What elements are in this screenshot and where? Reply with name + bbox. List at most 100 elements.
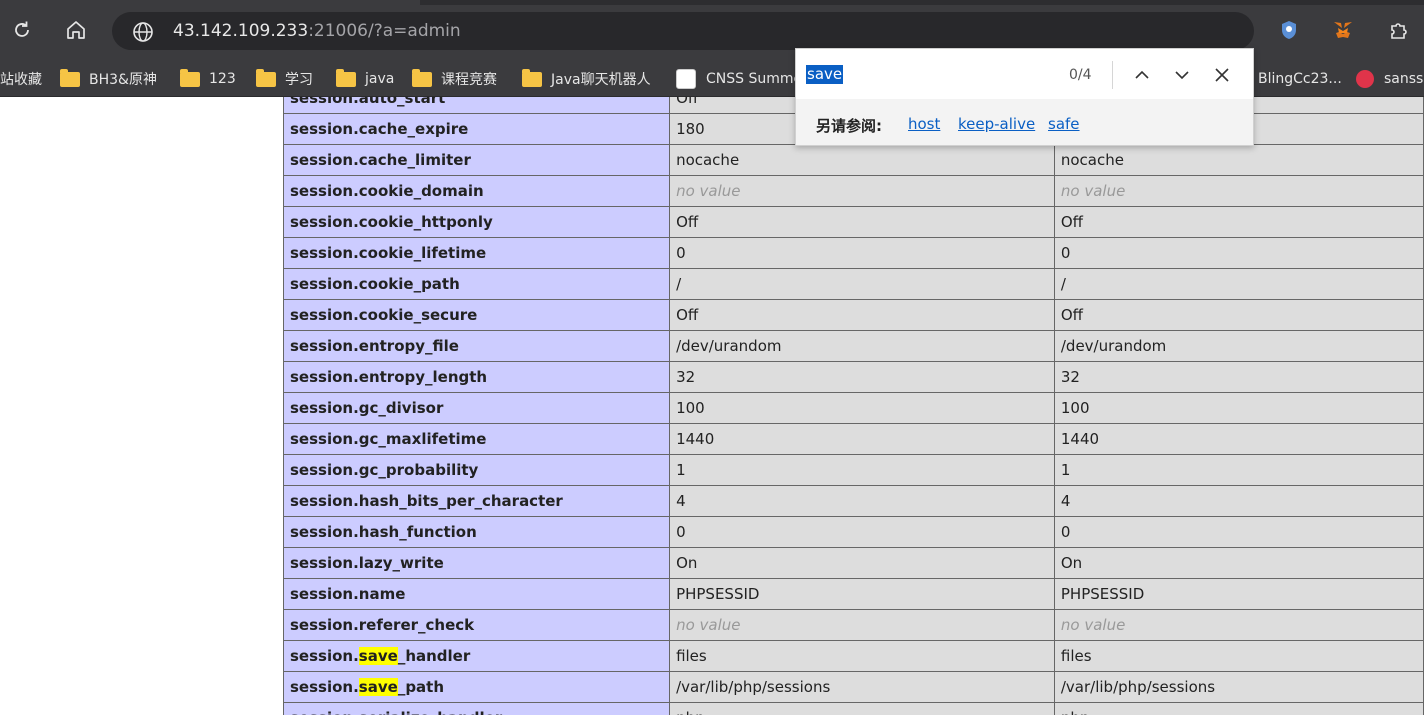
bookmark-item[interactable]: 站收藏 — [0, 66, 42, 92]
directive-name-suffix: _path — [397, 678, 445, 696]
bookmark-folder[interactable]: 123 — [180, 66, 236, 92]
home-icon[interactable] — [60, 14, 92, 46]
master-value: Off — [1053, 206, 1424, 238]
master-value: no value — [1053, 175, 1424, 207]
directive-name: session.cache_expire — [282, 113, 671, 145]
suggestion-link[interactable]: safe — [1048, 115, 1080, 133]
table-row: session.cookie_domain no value no value — [282, 175, 1424, 207]
directive-name: session.serialize_handler — [282, 702, 671, 715]
bookmark-label: Java聊天机器人 — [551, 72, 651, 88]
find-input[interactable]: save — [806, 65, 844, 84]
session-config-table: session.auto_startOffOffsession.cache_ex… — [282, 97, 1424, 715]
table-row: session.gc_probability 1 1 — [282, 454, 1424, 486]
master-value: / — [1053, 268, 1424, 300]
bookmark-folder[interactable]: java — [336, 66, 394, 92]
master-value: PHPSESSID — [1053, 578, 1424, 610]
local-value: files — [669, 640, 1055, 672]
local-value: 1 — [669, 454, 1055, 486]
table-row: session.gc_divisor 100 100 — [282, 392, 1424, 424]
globe-icon — [132, 21, 154, 43]
extension-shield-icon[interactable] — [1276, 17, 1302, 43]
url-host: 43.142.109.233 — [173, 21, 309, 41]
local-value: php — [669, 702, 1055, 715]
bookmark-label: 123 — [209, 71, 236, 87]
url-path: :21006/?a=admin — [308, 21, 461, 41]
bookmark-label: CNSS Summe — [706, 71, 803, 87]
cat-favicon-icon — [1356, 70, 1374, 88]
bookmark-item[interactable]: CNSS Summe — [676, 66, 802, 92]
table-row: session.cookie_lifetime 0 0 — [282, 237, 1424, 269]
chevron-down-icon[interactable] — [1169, 62, 1195, 88]
master-value: /var/lib/php/sessions — [1053, 671, 1424, 703]
table-row: session.entropy_length 32 32 — [282, 361, 1424, 393]
directive-name: session.cookie_path — [282, 268, 671, 300]
directive-name: session.save_handler — [282, 640, 671, 672]
bookmark-item[interactable]: sansss — [1356, 66, 1424, 92]
directive-name: session.cookie_domain — [282, 175, 671, 207]
local-value: nocache — [669, 144, 1055, 176]
suggestion-link[interactable]: keep-alive — [958, 115, 1035, 133]
bookmark-label: java — [365, 71, 395, 87]
bookmark-folder[interactable]: Java聊天机器人 — [522, 66, 651, 92]
url-text[interactable]: 43.142.109.233:21006/?a=admin — [173, 21, 461, 41]
local-value: 0 — [669, 237, 1055, 269]
local-value: /var/lib/php/sessions — [669, 671, 1055, 703]
table-row: session.lazy_write On On — [282, 547, 1424, 579]
table-row: session.entropy_file/dev/urandom/dev/ura… — [282, 330, 1424, 362]
table-row: session.cache_limiter nocache nocache — [282, 144, 1424, 176]
local-value: 1440 — [669, 423, 1055, 455]
chevron-up-icon[interactable] — [1129, 62, 1155, 88]
master-value: nocache — [1053, 144, 1424, 176]
local-value: /dev/urandom — [669, 330, 1055, 362]
bookmark-label: 站收藏 — [0, 72, 42, 88]
directive-name: session.name — [282, 578, 671, 610]
master-value: 32 — [1053, 361, 1424, 393]
directive-name: session.referer_check — [282, 609, 671, 641]
master-value: no value — [1053, 609, 1424, 641]
local-value: PHPSESSID — [669, 578, 1055, 610]
local-value: 32 — [669, 361, 1055, 393]
local-value: 100 — [669, 392, 1055, 424]
local-value: Off — [669, 299, 1055, 331]
directive-name-prefix: session. — [290, 647, 359, 665]
table-row: session.hash_function 0 0 — [282, 516, 1424, 548]
local-value: On — [669, 547, 1055, 579]
find-top-row: save 0/4 — [796, 49, 1253, 99]
bookmark-label: BH3&原神 — [89, 72, 157, 88]
local-value: no value — [669, 175, 1055, 207]
metamask-fox-icon[interactable] — [1330, 17, 1356, 43]
directive-name: session.cache_limiter — [282, 144, 671, 176]
master-value: 4 — [1053, 485, 1424, 517]
extensions-puzzle-icon[interactable] — [1385, 17, 1411, 43]
close-icon[interactable] — [1209, 62, 1235, 88]
master-value: php — [1053, 702, 1424, 715]
local-value: Off — [669, 206, 1055, 238]
find-divider — [1112, 61, 1113, 89]
local-value: 4 — [669, 485, 1055, 517]
bookmark-label: 学习 — [285, 72, 313, 88]
bookmark-item[interactable]: BlingCc23... — [1258, 66, 1342, 92]
master-value: On — [1053, 547, 1424, 579]
see-also-label: 另请参阅: — [816, 117, 882, 135]
table-row: session.cookie_secure Off Off — [282, 299, 1424, 331]
directive-name: session.hash_bits_per_character — [282, 485, 671, 517]
directive-name: session.entropy_file — [282, 330, 671, 362]
master-value: /dev/urandom — [1053, 330, 1424, 362]
directive-name: session.cookie_secure — [282, 299, 671, 331]
address-bar[interactable]: 43.142.109.233:21006/?a=admin — [112, 12, 1254, 50]
suggestion-link[interactable]: host — [908, 115, 940, 133]
directive-name-prefix: session. — [290, 678, 359, 696]
bookmark-folder[interactable]: BH3&原神 — [60, 66, 157, 92]
directive-name: session.entropy_length — [282, 361, 671, 393]
bookmark-folder[interactable]: 课程竞赛 — [412, 66, 497, 92]
directive-name-suffix: _handler — [397, 647, 471, 665]
reload-icon[interactable] — [6, 14, 38, 46]
directive-name: session.hash_function — [282, 516, 671, 548]
bookmark-label: 课程竞赛 — [441, 72, 497, 88]
directive-name: session.cookie_lifetime — [282, 237, 671, 269]
table-row: session.save_handler files files — [282, 640, 1424, 672]
bookmark-folder[interactable]: 学习 — [256, 66, 313, 92]
table-row: session.cookie_path / / — [282, 268, 1424, 300]
cnss-favicon-icon — [676, 69, 696, 89]
table-row: session.name PHPSESSID PHPSESSID — [282, 578, 1424, 610]
